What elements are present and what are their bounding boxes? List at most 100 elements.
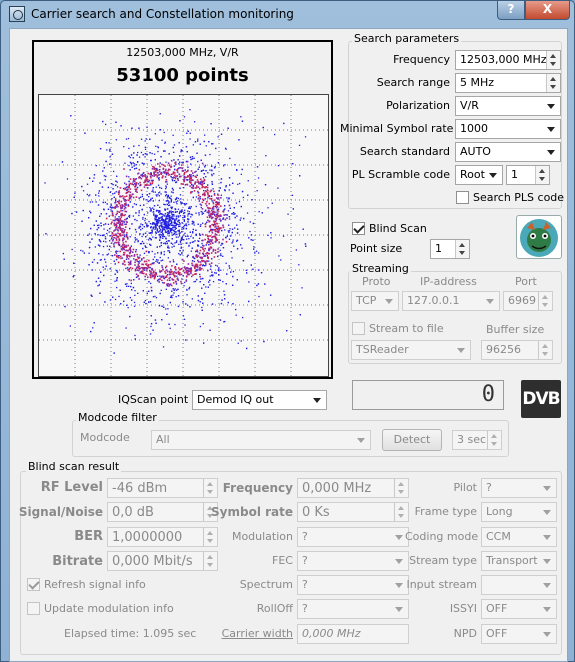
- search-standard-select[interactable]: AUTO: [455, 142, 561, 162]
- port-spinbox[interactable]: 6969: [503, 291, 553, 311]
- ip-address-select[interactable]: 127.0.0.1: [402, 291, 500, 311]
- elapsed-time-label: Elapsed time: 1.095 sec: [64, 627, 197, 640]
- result-symbol-rate-label: Symbol rate: [211, 505, 293, 519]
- help-button[interactable]: ?: [497, 1, 525, 20]
- npd-select[interactable]: OFF: [481, 624, 557, 644]
- search-range-label: Search range: [376, 76, 450, 89]
- point-size-spinbox[interactable]: 1: [430, 239, 470, 259]
- modcode-label: Modcode: [80, 431, 130, 444]
- blind-scan-checkbox[interactable]: [352, 222, 365, 235]
- update-modulation-checkbox[interactable]: [27, 602, 40, 615]
- chevron-down-icon: [547, 104, 555, 109]
- update-modulation-label: Update modulation info: [44, 602, 174, 615]
- modulation-label: Modulation: [231, 530, 293, 543]
- constellation-points: [44, 109, 307, 354]
- app-window: Carrier search and Constellation monitor…: [0, 0, 575, 662]
- streaming-title: Streaming: [350, 262, 411, 275]
- rf-level-field[interactable]: -46 dBm: [107, 478, 218, 498]
- rf-level-label: RF Level: [40, 480, 103, 495]
- fec-select[interactable]: ?: [297, 551, 409, 571]
- app-logo: [516, 215, 562, 259]
- rolloff-label: RollOff: [256, 602, 293, 615]
- pl-scramble-label: PL Scramble code: [351, 168, 450, 181]
- constellation-panel: 12503,000 MHz, V/R 53100 points: [32, 40, 333, 379]
- carrier-width-link[interactable]: Carrier width: [210, 627, 293, 640]
- close-button[interactable]: X: [525, 1, 570, 20]
- stream-to-file-checkbox[interactable]: [352, 322, 365, 335]
- dialog-client-area: 12503,000 MHz, V/R 53100 points Search p…: [9, 28, 568, 662]
- coding-mode-select[interactable]: CCM: [481, 527, 557, 547]
- stream-type-select[interactable]: Transport: [481, 551, 557, 571]
- dvb-logo: DVB: [521, 380, 561, 418]
- ber-field[interactable]: 1,0000000: [107, 527, 218, 547]
- pl-scramble-spinbox[interactable]: 1: [506, 165, 550, 185]
- result-frequency-label: Frequency: [222, 481, 293, 495]
- pl-scramble-type-select[interactable]: Root: [455, 165, 503, 185]
- chevron-down-icon: [547, 150, 555, 155]
- carrier-width-field[interactable]: 0,000 MHz: [297, 624, 409, 644]
- timeout-spinbox[interactable]: 3 sec: [452, 430, 502, 450]
- frequency-spinbox[interactable]: 12503,000 MHz: [455, 50, 561, 70]
- constellation-plot: [38, 94, 329, 377]
- spectrum-select[interactable]: ?: [297, 575, 409, 595]
- detect-button[interactable]: Detect: [382, 429, 442, 451]
- search-standard-label: Search standard: [359, 145, 450, 158]
- result-frequency-field[interactable]: 0,000 MHz: [297, 478, 409, 498]
- pilot-select[interactable]: ?: [481, 478, 557, 498]
- proto-header: Proto: [362, 275, 391, 288]
- search-pls-checkbox[interactable]: [456, 191, 469, 204]
- min-symbol-rate-label: Minimal Symbol rate: [340, 122, 454, 135]
- result-symbol-rate-field[interactable]: 0 Ks: [297, 502, 409, 522]
- polarization-label: Polarization: [386, 99, 450, 112]
- modcode-filter-title: Modcode filter: [76, 411, 159, 424]
- stream-type-label: Stream type: [409, 554, 477, 567]
- search-range-spinbox[interactable]: 5 MHz: [455, 73, 561, 93]
- bitrate-label: Bitrate: [52, 554, 103, 569]
- modulation-select[interactable]: ?: [297, 527, 409, 547]
- app-icon: [9, 6, 25, 22]
- blind-scan-label: Blind Scan: [369, 222, 427, 235]
- input-stream-label: Input stream: [406, 578, 477, 591]
- buffer-size-label: Buffer size: [486, 323, 545, 336]
- stream-to-file-label: Stream to file: [369, 322, 444, 335]
- issyi-select[interactable]: OFF: [481, 599, 557, 619]
- modcode-select[interactable]: All: [151, 430, 371, 450]
- buffer-size-spinbox[interactable]: 96256: [481, 340, 553, 360]
- constellation-frequency-label: 12503,000 MHz, V/R: [126, 46, 239, 59]
- proto-select[interactable]: TCP: [351, 291, 399, 311]
- chevron-down-icon: [313, 398, 321, 403]
- npd-label: NPD: [453, 627, 477, 640]
- iqscan-select[interactable]: Demod IQ out: [192, 390, 327, 410]
- min-symbol-rate-select[interactable]: 1000: [455, 119, 561, 139]
- frame-type-select[interactable]: Long: [481, 502, 557, 522]
- polarization-select[interactable]: V/R: [455, 96, 561, 116]
- frequency-label: Frequency: [393, 53, 450, 66]
- ip-address-header: IP-address: [420, 275, 477, 288]
- point-size-label: Point size: [350, 242, 403, 255]
- search-pls-label: Search PLS code: [473, 191, 565, 204]
- pilot-label: Pilot: [453, 481, 477, 494]
- signal-noise-label: Signal/Noise: [18, 505, 103, 519]
- lock-counter-display: 0: [352, 380, 504, 410]
- spectrum-label: Spectrum: [239, 578, 293, 591]
- constellation-points-count: 53100 points: [116, 65, 249, 86]
- title-bar[interactable]: Carrier search and Constellation monitor…: [1, 1, 574, 27]
- frame-type-label: Frame type: [414, 505, 477, 518]
- signal-noise-field[interactable]: 0,0 dB: [107, 502, 218, 522]
- refresh-signal-label: Refresh signal info: [44, 578, 146, 591]
- fec-label: FEC: [272, 554, 293, 567]
- lock-counter-value: 0: [481, 382, 495, 407]
- blind-scan-result-title: Blind scan result: [26, 460, 122, 473]
- cat-logo-icon: [520, 219, 558, 257]
- rolloff-select[interactable]: ?: [297, 599, 409, 619]
- stream-format-select[interactable]: TSReader: [351, 340, 471, 360]
- refresh-signal-checkbox[interactable]: [27, 578, 40, 591]
- chevron-down-icon: [547, 127, 555, 132]
- input-stream-select[interactable]: [481, 575, 557, 595]
- window-title: Carrier search and Constellation monitor…: [31, 7, 294, 21]
- ber-label: BER: [74, 529, 103, 544]
- constellation-canvas: [39, 95, 328, 376]
- iqscan-label: IQScan point: [118, 393, 189, 406]
- search-parameters-title: Search parameters: [352, 32, 462, 45]
- bitrate-field[interactable]: 0,000 Mbit/s: [107, 551, 218, 571]
